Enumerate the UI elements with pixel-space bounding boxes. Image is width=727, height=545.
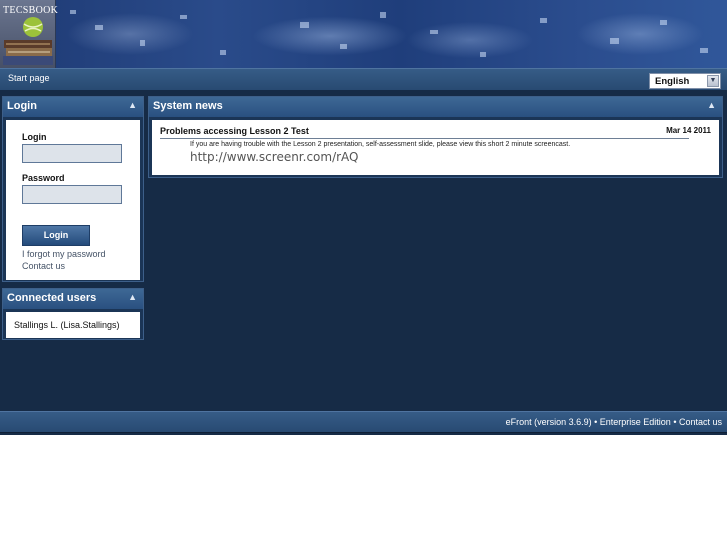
banner-pattern xyxy=(180,15,187,19)
banner-pattern xyxy=(140,40,145,46)
news-item-text: If you are having trouble with the Lesso… xyxy=(190,141,571,148)
banner-pattern xyxy=(700,48,708,53)
banner-pattern xyxy=(300,22,309,28)
chevron-up-icon[interactable]: ▲ xyxy=(128,292,137,302)
separator: • xyxy=(591,417,600,427)
logo[interactable]: TECSBOOK xyxy=(0,0,58,68)
list-item: Stallings L. (Lisa.Stallings) xyxy=(14,320,120,330)
news-item-title[interactable]: Problems accessing Lesson 2 Test xyxy=(160,126,309,136)
news-item: Problems accessing Lesson 2 Test Mar 14 … xyxy=(152,120,719,175)
language-select[interactable]: English ▼ xyxy=(649,73,721,89)
banner-pattern xyxy=(380,12,386,18)
news-item-link[interactable]: http://www.screenr.com/rAQ xyxy=(190,150,359,164)
login-field[interactable] xyxy=(22,144,122,163)
footer-contact-link[interactable]: Contact us xyxy=(679,417,722,427)
separator: • xyxy=(670,417,679,427)
version-info: eFront (version 3.6.9) xyxy=(505,417,592,427)
system-news-panel: System news ▲ Problems accessing Lesson … xyxy=(148,96,723,178)
app-window: TECSBOOK Start page English ▼ Login ▲ Lo… xyxy=(0,0,727,435)
login-button[interactable]: Login xyxy=(22,225,90,246)
news-item-date: Mar 14 2011 xyxy=(666,126,711,135)
login-panel-title: Login xyxy=(7,100,37,112)
banner-pattern xyxy=(610,38,619,44)
system-news-title: System news xyxy=(153,100,223,112)
footer-bar: eFront (version 3.6.9) • Enterprise Edit… xyxy=(0,411,727,433)
password-field-label: Password xyxy=(22,173,65,183)
banner-pattern xyxy=(540,18,547,23)
contact-us-link[interactable]: Contact us xyxy=(22,261,65,271)
connected-users-header: Connected users ▲ xyxy=(3,289,143,309)
system-news-header: System news ▲ xyxy=(149,97,722,117)
header-banner: TECSBOOK xyxy=(0,0,727,68)
start-page-link[interactable]: Start page xyxy=(8,73,50,83)
nav-bar: Start page English ▼ xyxy=(0,68,727,90)
connected-users-panel: Connected users ▲ Stallings L. (Lisa.Sta… xyxy=(2,288,144,340)
banner-pattern xyxy=(340,44,347,49)
footer-text: eFront (version 3.6.9) • Enterprise Edit… xyxy=(506,417,722,427)
language-value: English xyxy=(655,76,690,87)
banner-pattern xyxy=(220,50,226,55)
connected-users-list: Stallings L. (Lisa.Stallings) xyxy=(6,312,140,338)
forgot-password-link[interactable]: I forgot my password xyxy=(22,249,106,259)
login-panel-header: Login ▲ xyxy=(3,97,143,117)
login-form: Login Password Login I forgot my passwor… xyxy=(6,120,140,280)
divider xyxy=(160,138,689,139)
chevron-down-icon[interactable]: ▼ xyxy=(707,75,719,87)
chevron-up-icon[interactable]: ▲ xyxy=(707,100,716,110)
login-panel: Login ▲ Login Password Login I forgot my… xyxy=(2,96,144,282)
books-icon xyxy=(3,17,53,65)
banner-pattern xyxy=(95,25,103,30)
login-field-label: Login xyxy=(22,132,47,142)
edition-link[interactable]: Enterprise Edition xyxy=(600,417,671,427)
chevron-up-icon[interactable]: ▲ xyxy=(128,100,137,110)
banner-pattern xyxy=(480,52,486,57)
banner-pattern xyxy=(70,10,76,14)
banner-pattern xyxy=(430,30,438,34)
connected-users-title: Connected users xyxy=(7,292,97,304)
password-field[interactable] xyxy=(22,185,122,204)
banner-pattern xyxy=(660,20,667,25)
